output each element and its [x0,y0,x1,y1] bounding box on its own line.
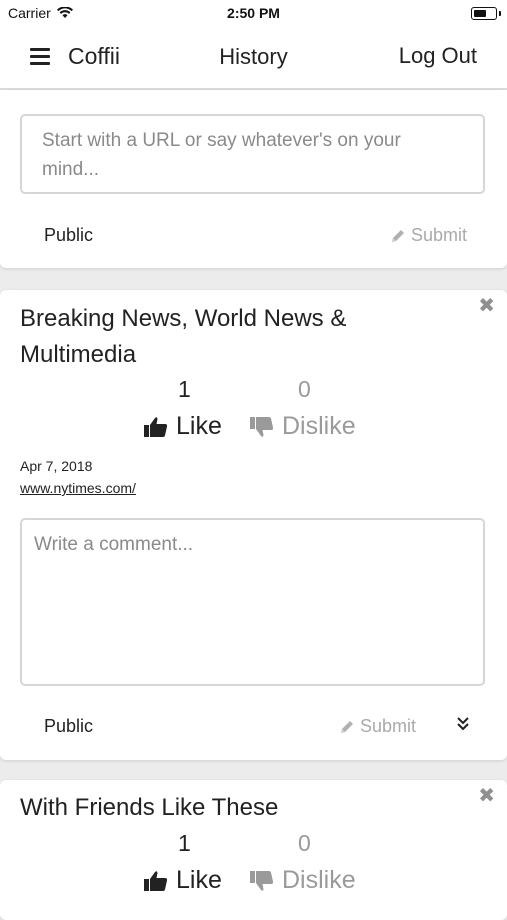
vote-counts: 1 0 [0,830,507,860]
pencil-icon [391,229,404,242]
composer-card: Start with a URL or say whatever's on yo… [0,90,507,268]
dislike-button[interactable]: Dislike [250,866,356,895]
vote-buttons: Like Dislike [0,866,507,900]
thumbs-up-icon [144,870,168,891]
comment-footer: Public Submit [0,713,507,743]
post-input[interactable]: Start with a URL or say whatever's on yo… [20,114,485,194]
post-title[interactable]: With Friends Like These [20,790,460,826]
battery-level [474,10,486,17]
dislike-count: 0 [298,376,311,402]
privacy-selector[interactable]: Public [44,716,93,737]
comment-input[interactable]: Write a comment... [20,518,485,686]
navbar: Coffii History Log Out [0,28,507,90]
composer-footer: Public Submit [0,222,507,252]
submit-label: Submit [410,225,467,245]
clock: 2:50 PM [227,5,280,21]
like-button[interactable]: Like [144,866,222,895]
double-chevron-down-icon[interactable] [457,717,469,735]
post-title[interactable]: Breaking News, World News & Multimedia [20,301,460,373]
post-date: Apr 7, 2018 [20,458,93,474]
battery-icon [471,7,501,20]
post-link[interactable]: www.nytimes.com/ [20,480,136,496]
pencil-icon [340,720,353,733]
like-count: 1 [178,830,191,856]
close-icon[interactable]: ✖ [478,296,495,316]
post-card: ✖ Breaking News, World News & Multimedia… [0,290,507,760]
dislike-button[interactable]: Dislike [250,412,356,441]
privacy-selector[interactable]: Public [44,225,93,246]
submit-label: Submit [359,716,416,736]
thumbs-down-icon [250,870,274,891]
dislike-label: Dislike [282,866,356,894]
thumbs-up-icon [144,416,168,437]
status-bar: Carrier 2:50 PM [0,0,507,28]
like-button[interactable]: Like [144,412,222,441]
submit-button[interactable]: Submit [390,225,467,246]
close-icon[interactable]: ✖ [478,786,495,806]
like-label: Like [176,412,222,440]
like-count: 1 [178,376,191,402]
vote-counts: 1 0 [0,376,507,406]
vote-buttons: Like Dislike [0,412,507,446]
like-label: Like [176,866,222,894]
dislike-count: 0 [298,830,311,856]
submit-button[interactable]: Submit [339,716,416,737]
logout-link[interactable]: Log Out [399,43,477,69]
thumbs-down-icon [250,416,274,437]
post-card: ✖ With Friends Like These 1 0 Like Disli… [0,780,507,920]
dislike-label: Dislike [282,412,356,440]
